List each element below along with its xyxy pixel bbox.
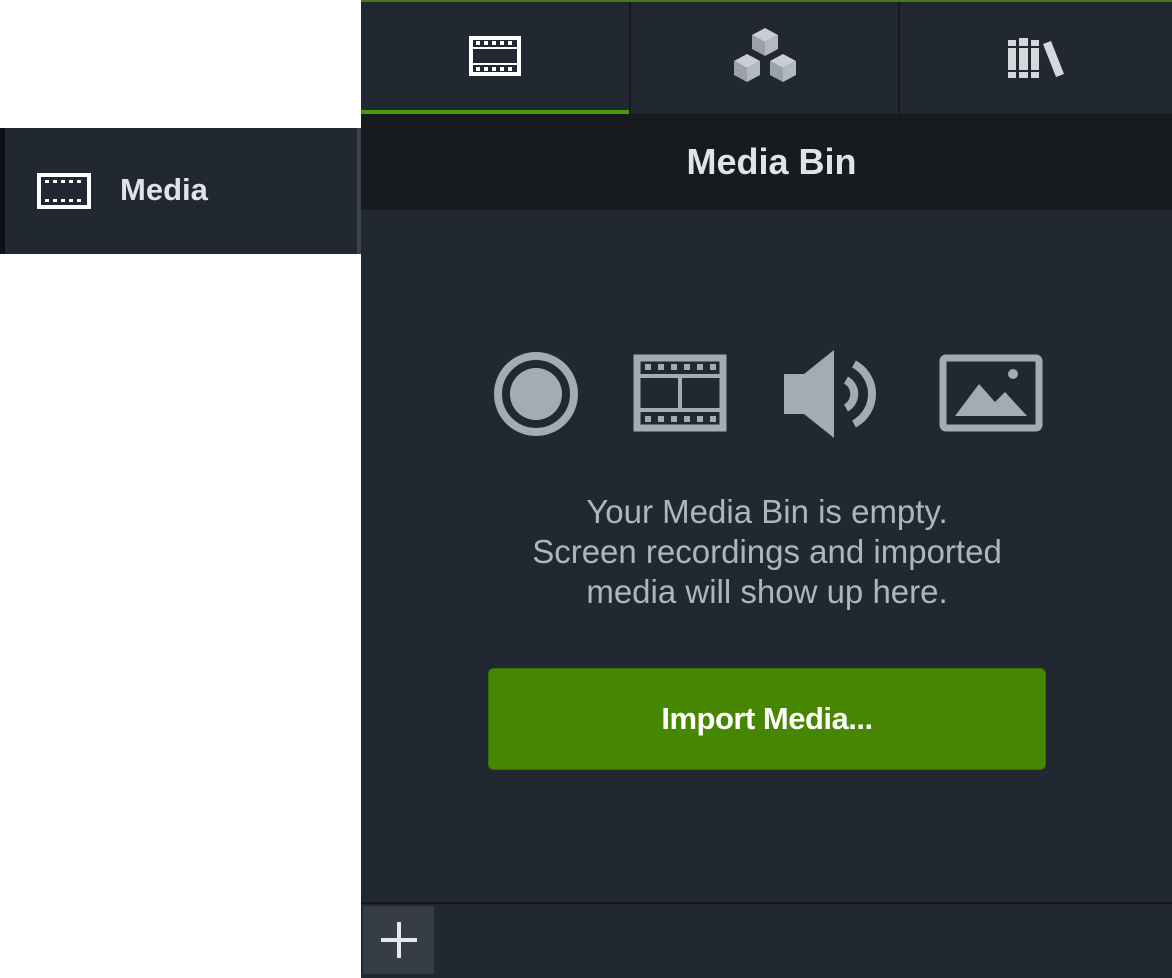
tab-library[interactable] xyxy=(900,2,1172,114)
panel-header: Media Bin xyxy=(361,114,1172,210)
add-button[interactable] xyxy=(363,906,434,974)
library-books-icon xyxy=(1008,38,1064,78)
empty-message-line: Your Media Bin is empty. xyxy=(586,493,948,530)
sidebar-item-label: Media xyxy=(120,172,208,207)
media-type-icons xyxy=(361,342,1172,452)
film-strip-icon xyxy=(37,173,91,209)
import-media-button[interactable]: Import Media... xyxy=(488,668,1046,770)
film-strip-icon xyxy=(633,354,727,432)
plus-icon xyxy=(380,922,417,958)
app-window: Media Media Bin Your Media Bin is empty.… xyxy=(0,0,1172,978)
tab-bar xyxy=(361,2,1172,114)
sidebar-item-media[interactable]: Media xyxy=(0,128,361,254)
panel-title: Media Bin xyxy=(686,141,857,182)
empty-message-line: Screen recordings and imported xyxy=(532,533,1002,570)
empty-state-message: Your Media Bin is empty. Screen recordin… xyxy=(461,492,1073,612)
tab-library-assets[interactable] xyxy=(629,2,900,114)
empty-message-line: media will show up here. xyxy=(586,573,948,610)
media-panel: Media Bin Your Media Bin is empty. Scree… xyxy=(361,0,1172,978)
image-icon xyxy=(939,354,1043,432)
speaker-icon xyxy=(784,350,876,438)
tab-media[interactable] xyxy=(361,2,629,114)
cubes-icon xyxy=(733,28,796,82)
film-strip-icon xyxy=(469,36,521,76)
panel-footer xyxy=(361,902,1172,978)
record-icon xyxy=(494,352,578,436)
